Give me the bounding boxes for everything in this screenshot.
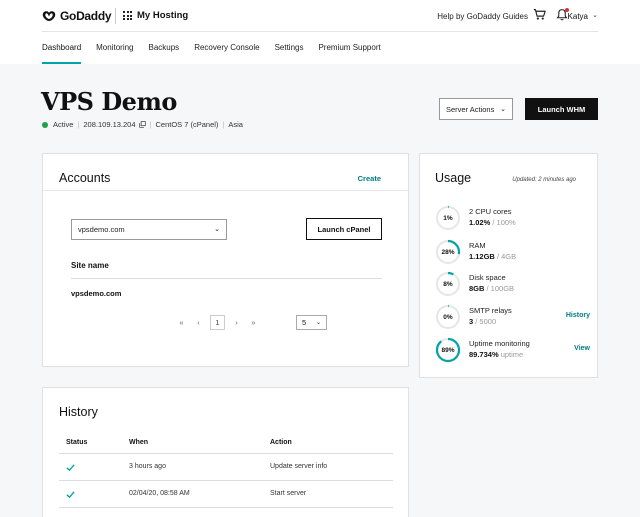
usage-percent: 0% — [443, 313, 453, 321]
usage-name: 2 CPU cores — [469, 207, 512, 216]
first-page-button[interactable]: « — [173, 318, 190, 327]
launch-whm-button[interactable]: Launch WHM — [525, 98, 598, 120]
tab-settings[interactable]: Settings — [275, 33, 304, 64]
tab-dashboard[interactable]: Dashboard — [42, 33, 82, 64]
tab-monitoring[interactable]: Monitoring — [96, 33, 133, 64]
usage-name: RAM — [469, 241, 486, 250]
last-page-button[interactable]: » — [245, 318, 262, 327]
check-icon — [66, 491, 75, 499]
chevron-down-icon: ⌄ — [315, 320, 321, 326]
column-when: When — [129, 439, 149, 446]
meta-separator: | — [77, 120, 80, 129]
tab-bar: Dashboard Monitoring Backups Recovery Co… — [42, 33, 396, 64]
when-cell: 3 hours ago — [129, 463, 166, 470]
site-name-header: Site name — [71, 261, 109, 270]
usage-percent: 89% — [441, 346, 455, 354]
usage-title: Usage — [435, 171, 472, 185]
chevron-down-icon[interactable]: ⌄ — [592, 11, 598, 19]
chevron-down-icon: ⌄ — [214, 226, 220, 233]
table-row: 3 hours ago Update server info — [59, 454, 393, 481]
card-divider — [43, 190, 408, 191]
accounts-card: Accounts Create vpsdemo.com ⌄ Launch cPa… — [42, 153, 409, 367]
page-size-value: 5 — [302, 318, 307, 327]
history-table: Status When Action 3 hours ago Update se… — [59, 430, 393, 508]
status-dot — [42, 121, 48, 128]
pagination: « ‹ 1 › » — [173, 315, 262, 330]
smtp-history-link[interactable]: History — [566, 312, 590, 319]
usage-name: SMTP relays — [469, 306, 512, 315]
chevron-down-icon: ⌄ — [500, 106, 506, 113]
server-actions-label: Server Actions — [446, 104, 495, 114]
history-title: History — [59, 405, 98, 419]
check-icon — [66, 464, 75, 472]
copy-icon[interactable] — [138, 121, 146, 128]
usage-value: 8GB / 100GB — [469, 284, 515, 293]
usage-value: 89.734% uptime — [469, 350, 524, 359]
server-status: Active — [53, 120, 74, 129]
usage-percent: 28% — [441, 248, 455, 256]
usage-percent: 1% — [443, 214, 453, 222]
logo-text: GoDaddy — [60, 9, 112, 23]
help-link[interactable]: Help by GoDaddy Guides — [437, 12, 528, 21]
usage-value: 1.02% / 100% — [469, 218, 516, 227]
action-cell: Start server — [270, 490, 307, 497]
status-cell — [66, 463, 75, 474]
tab-recovery-console[interactable]: Recovery Console — [194, 33, 259, 64]
create-account-link[interactable]: Create — [358, 174, 381, 183]
tab-backups[interactable]: Backups — [149, 33, 180, 64]
top-bar-inner: GoDaddy My Hosting Help by GoDaddy Guide… — [42, 0, 598, 32]
history-header-row: Status When Action — [59, 430, 393, 454]
accounts-title: Accounts — [59, 171, 111, 185]
uptime-view-link[interactable]: View — [574, 345, 590, 352]
usage-row-disk: 8% Disk space 8GB / 100GB — [435, 271, 590, 297]
user-name[interactable]: Katya — [568, 12, 588, 21]
meta-separator: | — [222, 120, 225, 129]
usage-value: 3 / 5000 — [469, 317, 497, 326]
server-ip: 208.109.13.204 — [83, 120, 136, 129]
product-title: My Hosting — [137, 10, 189, 21]
cart-icon[interactable] — [533, 8, 546, 21]
usage-row-uptime: 89% Uptime monitoring 89.734% uptime Vie… — [435, 337, 590, 363]
meta-separator: | — [149, 120, 152, 129]
usage-row-ram: 28% RAM 1.12GB / 4GB — [435, 239, 590, 265]
godaddy-logo[interactable]: GoDaddy — [42, 9, 112, 23]
launch-cpanel-button[interactable]: Launch cPanel — [306, 218, 382, 240]
site-row[interactable]: vpsdemo.com — [71, 289, 121, 298]
usage-row-cpu: 1% 2 CPU cores 1.02% / 100% — [435, 205, 590, 231]
current-page[interactable]: 1 — [210, 315, 225, 330]
apps-grid-icon[interactable] — [123, 11, 132, 20]
usage-row-smtp: 0% SMTP relays 3 / 5000 History — [435, 304, 590, 330]
godaddy-logo-icon — [42, 11, 56, 21]
page-size-select[interactable]: 5 ⌄ — [296, 315, 327, 330]
account-select[interactable]: vpsdemo.com ⌄ — [71, 219, 227, 240]
server-region: Asia — [228, 120, 243, 129]
prev-page-button[interactable]: ‹ — [190, 318, 207, 327]
when-cell: 02/04/20, 08:58 AM — [129, 490, 190, 497]
column-action: Action — [270, 439, 292, 446]
server-actions-dropdown[interactable]: Server Actions ⌄ — [439, 98, 513, 120]
action-cell: Update server info — [270, 463, 328, 470]
status-cell — [66, 490, 75, 501]
account-select-value: vpsdemo.com — [78, 225, 125, 234]
history-card: History Status When Action 3 hours ago U… — [42, 387, 409, 517]
usage-card: Usage Updated: 2 minutes ago 1% 2 CPU co… — [419, 153, 598, 378]
server-os: CentOS 7 (cPanel) — [155, 120, 219, 129]
server-meta: Active | 208.109.13.204 | CentOS 7 (cPan… — [42, 120, 243, 129]
header-separator — [115, 8, 116, 24]
table-row: 02/04/20, 08:58 AM Start server — [59, 481, 393, 508]
tab-premium-support[interactable]: Premium Support — [318, 33, 380, 64]
next-page-button[interactable]: › — [228, 318, 245, 327]
usage-value: 1.12GB / 4GB — [469, 252, 517, 261]
column-status: Status — [66, 439, 88, 446]
top-bar: GoDaddy My Hosting Help by GoDaddy Guide… — [0, 0, 640, 64]
usage-name: Disk space — [469, 273, 506, 282]
usage-percent: 8% — [443, 280, 453, 288]
page-title: VPS Demo — [41, 87, 177, 116]
usage-name: Uptime monitoring — [469, 339, 530, 348]
table-divider — [71, 278, 382, 279]
usage-updated: Updated: 2 minutes ago — [512, 177, 576, 183]
